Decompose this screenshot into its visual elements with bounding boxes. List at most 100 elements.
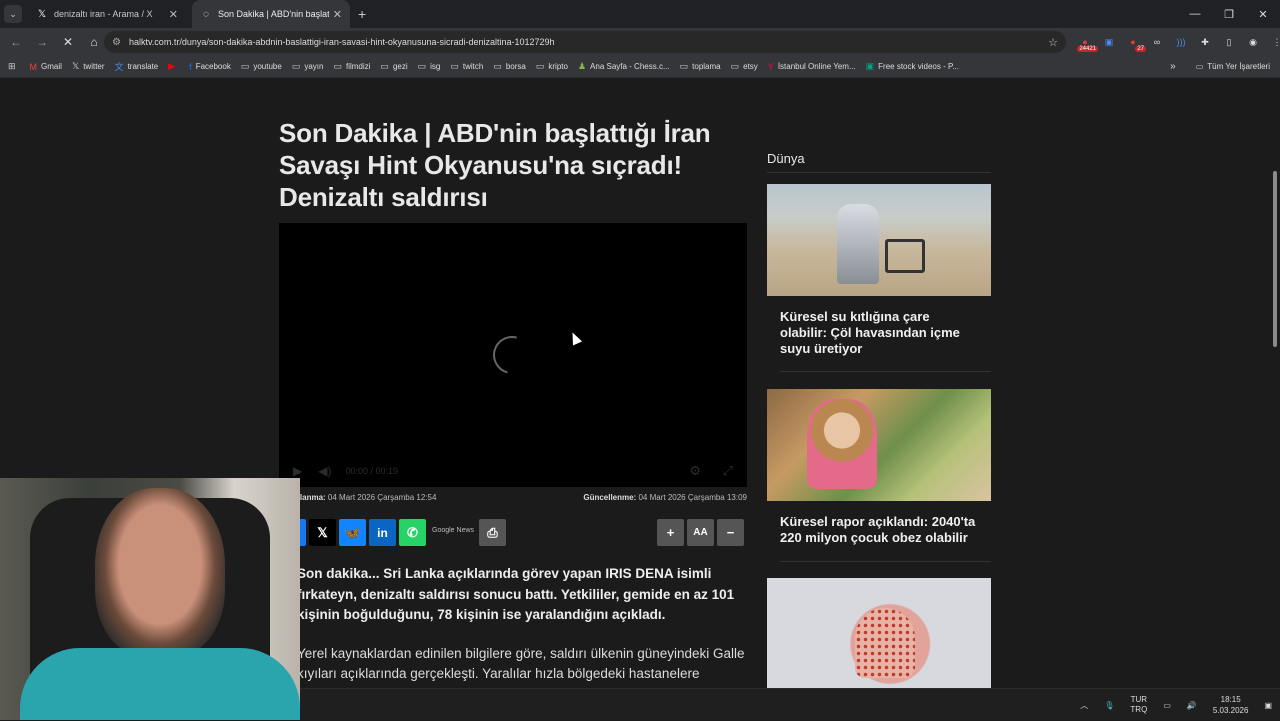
apps-icon[interactable]: ⊞ xyxy=(8,61,20,72)
notification-icon[interactable]: ▣ xyxy=(1264,701,1272,710)
article-title: Son Dakika | ABD'nin başlattığı İran Sav… xyxy=(279,118,711,212)
gear-icon[interactable]: ⚙ xyxy=(689,463,701,479)
news-card[interactable]: Küresel rapor açıklandı: 2040'ta 220 mil… xyxy=(767,389,991,562)
tab-halktv-article[interactable]: ◌ Son Dakika | ABD'nin başlattığı ✕ xyxy=(192,0,350,28)
child-eating-photo xyxy=(767,389,991,501)
bookmark-folder-kripto[interactable]: ▭ kripto xyxy=(536,61,568,72)
bookmark-folder-gezi[interactable]: ▭ gezi xyxy=(380,61,407,72)
network-icon[interactable]: ▭ xyxy=(1163,701,1171,710)
article-lead: Son dakika... Sri Lanka açıklarında göre… xyxy=(297,566,735,622)
article-paragraph: Yerel kaynaklardan edinilen bilgilere gö… xyxy=(297,645,745,689)
tab-strip: ⌄ 𝕏 denizaltı iran - Arama / X ✕ ◌ Son D… xyxy=(0,0,1280,28)
fullscreen-icon[interactable]: ⤢ xyxy=(723,463,733,479)
loading-spinner-icon xyxy=(486,329,538,381)
bluesky-share-button[interactable]: 🦋 xyxy=(339,519,366,546)
tab-search-x[interactable]: 𝕏 denizaltı iran - Arama / X ✕ xyxy=(28,0,186,28)
bookmark-twitter[interactable]: 𝕏twitter xyxy=(72,61,105,72)
news-card[interactable]: Küresel su kıtlığına çare olabilir: Çöl … xyxy=(767,184,991,372)
profile-avatar[interactable]: ◉ xyxy=(1242,32,1264,52)
bookmark-folder-isg[interactable]: ▭ isg xyxy=(418,61,441,72)
speaker-icon[interactable]: 🔊 xyxy=(1187,701,1197,710)
back-button[interactable]: ← xyxy=(4,30,28,54)
clock[interactable]: 18:15 5.03.2026 xyxy=(1213,694,1249,716)
tab-search-button[interactable]: ⌄ xyxy=(4,5,22,23)
chevron-right-icon[interactable]: » xyxy=(1170,61,1176,72)
address-bar[interactable]: ⚙ halktv.com.tr/dunya/son-dakika-abdnin-… xyxy=(104,31,1066,53)
bookmark-yemeksepeti[interactable]: Y İstanbul Online Yem... xyxy=(768,62,856,72)
updated-date: 04 Mart 2026 Çarşamba 13:09 xyxy=(638,493,747,502)
linkedin-share-button[interactable]: in xyxy=(369,519,396,546)
all-bookmarks[interactable]: Tüm Yer İşaretleri xyxy=(1207,62,1270,71)
bookmark-folder-twitch[interactable]: ▭ twitch xyxy=(450,61,483,72)
chevron-up-icon[interactable]: ︿ xyxy=(1080,700,1088,711)
home-button[interactable]: ⌂ xyxy=(82,30,106,54)
bookmark-chess[interactable]: ♟ Ana Sayfa - Chess.c... xyxy=(578,61,670,72)
extensions-puzzle-icon[interactable]: ✚ xyxy=(1194,32,1216,52)
font-decrease-button[interactable]: − xyxy=(717,519,744,546)
google-news-link[interactable]: Google News xyxy=(432,527,474,534)
bookmark-facebook[interactable]: f Facebook xyxy=(189,62,231,72)
folder-icon: ▭ xyxy=(730,61,740,71)
loading-icon: ◌ xyxy=(203,8,209,20)
article-dates: Yayınlanma: 04 Mart 2026 Çarşamba 12:54 … xyxy=(279,493,747,502)
sidebar-section-title[interactable]: Dünya xyxy=(767,151,991,173)
bookmark-gmail[interactable]: M Gmail xyxy=(30,62,62,72)
sidebar-toggle-icon[interactable]: ▯ xyxy=(1218,32,1240,52)
bookmark-pexels[interactable]: ▣ Free stock videos - P... xyxy=(866,61,959,72)
close-window-button[interactable]: ✕ xyxy=(1246,0,1280,28)
translate-extension-icon[interactable]: ▣ xyxy=(1098,32,1120,52)
folder-icon: ▭ xyxy=(333,61,342,71)
close-icon[interactable]: ✕ xyxy=(333,8,342,21)
pexels-icon: ▣ xyxy=(865,61,875,71)
x-share-button[interactable]: 𝕏 xyxy=(309,519,336,546)
minimize-button[interactable]: — xyxy=(1178,0,1212,28)
folder-icon: ▭ xyxy=(679,61,689,71)
print-button[interactable]: ⎙ xyxy=(479,519,506,546)
scrollbar-thumb[interactable] xyxy=(1273,171,1277,347)
folder-icon: ▭ xyxy=(450,61,459,71)
close-icon[interactable]: ✕ xyxy=(169,8,178,21)
video-player[interactable]: ▶ ◀) 00:00 / 00:19 ⚙ ⤢ xyxy=(279,223,747,487)
bookmark-folder-etsy[interactable]: ▭ etsy xyxy=(731,61,758,72)
divider xyxy=(780,371,991,372)
folder-icon: ▭ xyxy=(535,61,545,71)
bookmark-folder-filmdizi[interactable]: ▭ filmdizi xyxy=(333,61,370,72)
page-scrollbar[interactable] xyxy=(1270,79,1280,688)
bookmark-youtube-logo[interactable]: ▶ xyxy=(168,61,179,72)
share-toolbar: f 𝕏 🦋 in ✆ Google News ⎙ + AA − xyxy=(279,519,747,547)
whatsapp-share-button[interactable]: ✆ xyxy=(399,519,426,546)
video-controls: ▶ ◀) 00:00 / 00:19 ⚙ ⤢ xyxy=(279,463,747,479)
language-indicator[interactable]: TUR TRQ xyxy=(1130,695,1147,715)
news-card[interactable] xyxy=(767,578,991,688)
bookmark-folder-yayin[interactable]: ▭ yayın xyxy=(292,61,324,72)
play-icon[interactable]: ▶ xyxy=(293,464,302,478)
notification-extension-icon[interactable]: ● 27 xyxy=(1122,32,1146,52)
x-logo-icon: 𝕏 xyxy=(37,8,47,20)
stop-loading-button[interactable]: ✕ xyxy=(56,30,80,54)
news-card-title[interactable]: Küresel su kıtlığına çare olabilir: Çöl … xyxy=(767,296,991,357)
news-card-title[interactable]: Küresel rapor açıklandı: 2040'ta 220 mil… xyxy=(767,501,991,546)
microphone-icon[interactable]: 🎙 xyxy=(1104,701,1114,710)
windows-taskbar: ︿ 🎙 TUR TRQ ▭ 🔊 18:15 5.03.2026 ▣ xyxy=(300,688,1280,720)
system-tray: ︿ 🎙 TUR TRQ ▭ 🔊 18:15 5.03.2026 ▣ xyxy=(1072,689,1280,721)
bookmark-star-icon[interactable]: ☆ xyxy=(1048,36,1058,49)
updated-label: Güncellenme: xyxy=(583,493,637,502)
font-increase-button[interactable]: + xyxy=(657,519,684,546)
navigation-bar: ← → ✕ ⌂ ⚙ halktv.com.tr/dunya/son-dakika… xyxy=(0,28,1280,56)
bookmark-translate[interactable]: 文 translate xyxy=(115,60,159,73)
folder-icon: ▭ xyxy=(291,61,301,71)
browser-menu-icon[interactable]: ⋮ xyxy=(1266,32,1280,52)
bookmark-folder-toplama[interactable]: ▭ toplama xyxy=(680,61,721,72)
site-info-icon[interactable]: ⚙ xyxy=(112,37,121,48)
read-aloud-icon[interactable]: ))) xyxy=(1170,32,1192,52)
font-size-icon[interactable]: AA xyxy=(687,519,714,546)
volume-icon[interactable]: ◀) xyxy=(318,464,331,478)
extension-counter-icon[interactable]: ● 24421 xyxy=(1074,32,1098,52)
new-tab-button[interactable]: + xyxy=(358,6,366,22)
restore-button[interactable]: ❐ xyxy=(1212,0,1246,28)
bookmark-folder-youtube[interactable]: ▭ youtube xyxy=(241,61,282,72)
bookmark-folder-borsa[interactable]: ▭ borsa xyxy=(493,61,526,72)
url-text: halktv.com.tr/dunya/son-dakika-abdnin-ba… xyxy=(128,37,555,47)
forward-button[interactable]: → xyxy=(30,30,54,54)
glasses-extension-icon[interactable]: ∞ xyxy=(1146,32,1168,52)
